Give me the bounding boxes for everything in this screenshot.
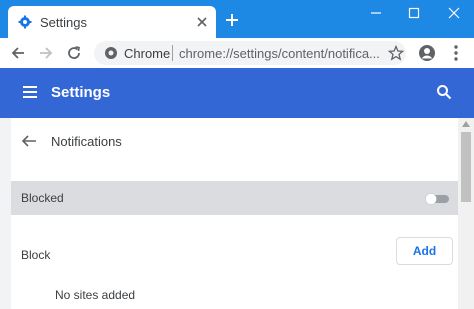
back-arrow-icon[interactable] [21,134,37,148]
notifications-card: Notifications Blocked Block Add No sites… [11,118,458,309]
settings-header: Settings [0,68,474,118]
profile-avatar-icon[interactable] [418,44,436,62]
omnibox-scheme-label: Chrome [124,46,171,61]
tab-title: Settings [40,15,87,30]
browser-titlebar: Settings [0,0,474,38]
blocked-toggle-row[interactable]: Blocked [11,181,458,215]
settings-gear-icon [18,15,32,29]
browser-toolbar: Chrome chrome://settings/content/notific… [0,38,474,68]
maximize-icon[interactable] [406,6,422,20]
blocked-toggle[interactable] [425,193,451,205]
block-section-label: Block [21,248,51,262]
reload-icon[interactable] [66,45,82,61]
window-close-icon[interactable] [446,6,462,20]
back-icon[interactable] [10,45,26,61]
blocked-label: Blocked [21,191,64,205]
close-icon[interactable] [194,14,210,30]
scroll-thumb[interactable] [461,132,471,202]
more-menu-icon[interactable] [452,44,460,62]
add-button[interactable]: Add [396,237,453,265]
scroll-up-icon[interactable] [462,121,470,127]
settings-content: Notifications Blocked Block Add No sites… [0,118,474,309]
hamburger-menu-icon[interactable] [22,85,38,99]
scrollbar[interactable] [458,118,474,309]
search-icon[interactable] [436,84,452,100]
page-title: Notifications [51,134,122,149]
new-tab-icon[interactable] [224,12,240,28]
bookmark-star-icon[interactable] [388,45,404,61]
chrome-logo-icon [105,47,117,59]
settings-title: Settings [51,84,111,101]
tab-settings[interactable]: Settings [8,6,216,38]
omnibox-divider [172,45,173,61]
empty-state-text: No sites added [55,288,136,302]
minimize-icon[interactable] [368,6,384,20]
forward-icon[interactable] [38,45,54,61]
omnibox-url[interactable]: chrome://settings/content/notifica... [179,46,380,61]
omnibox[interactable]: Chrome chrome://settings/content/notific… [94,41,406,65]
